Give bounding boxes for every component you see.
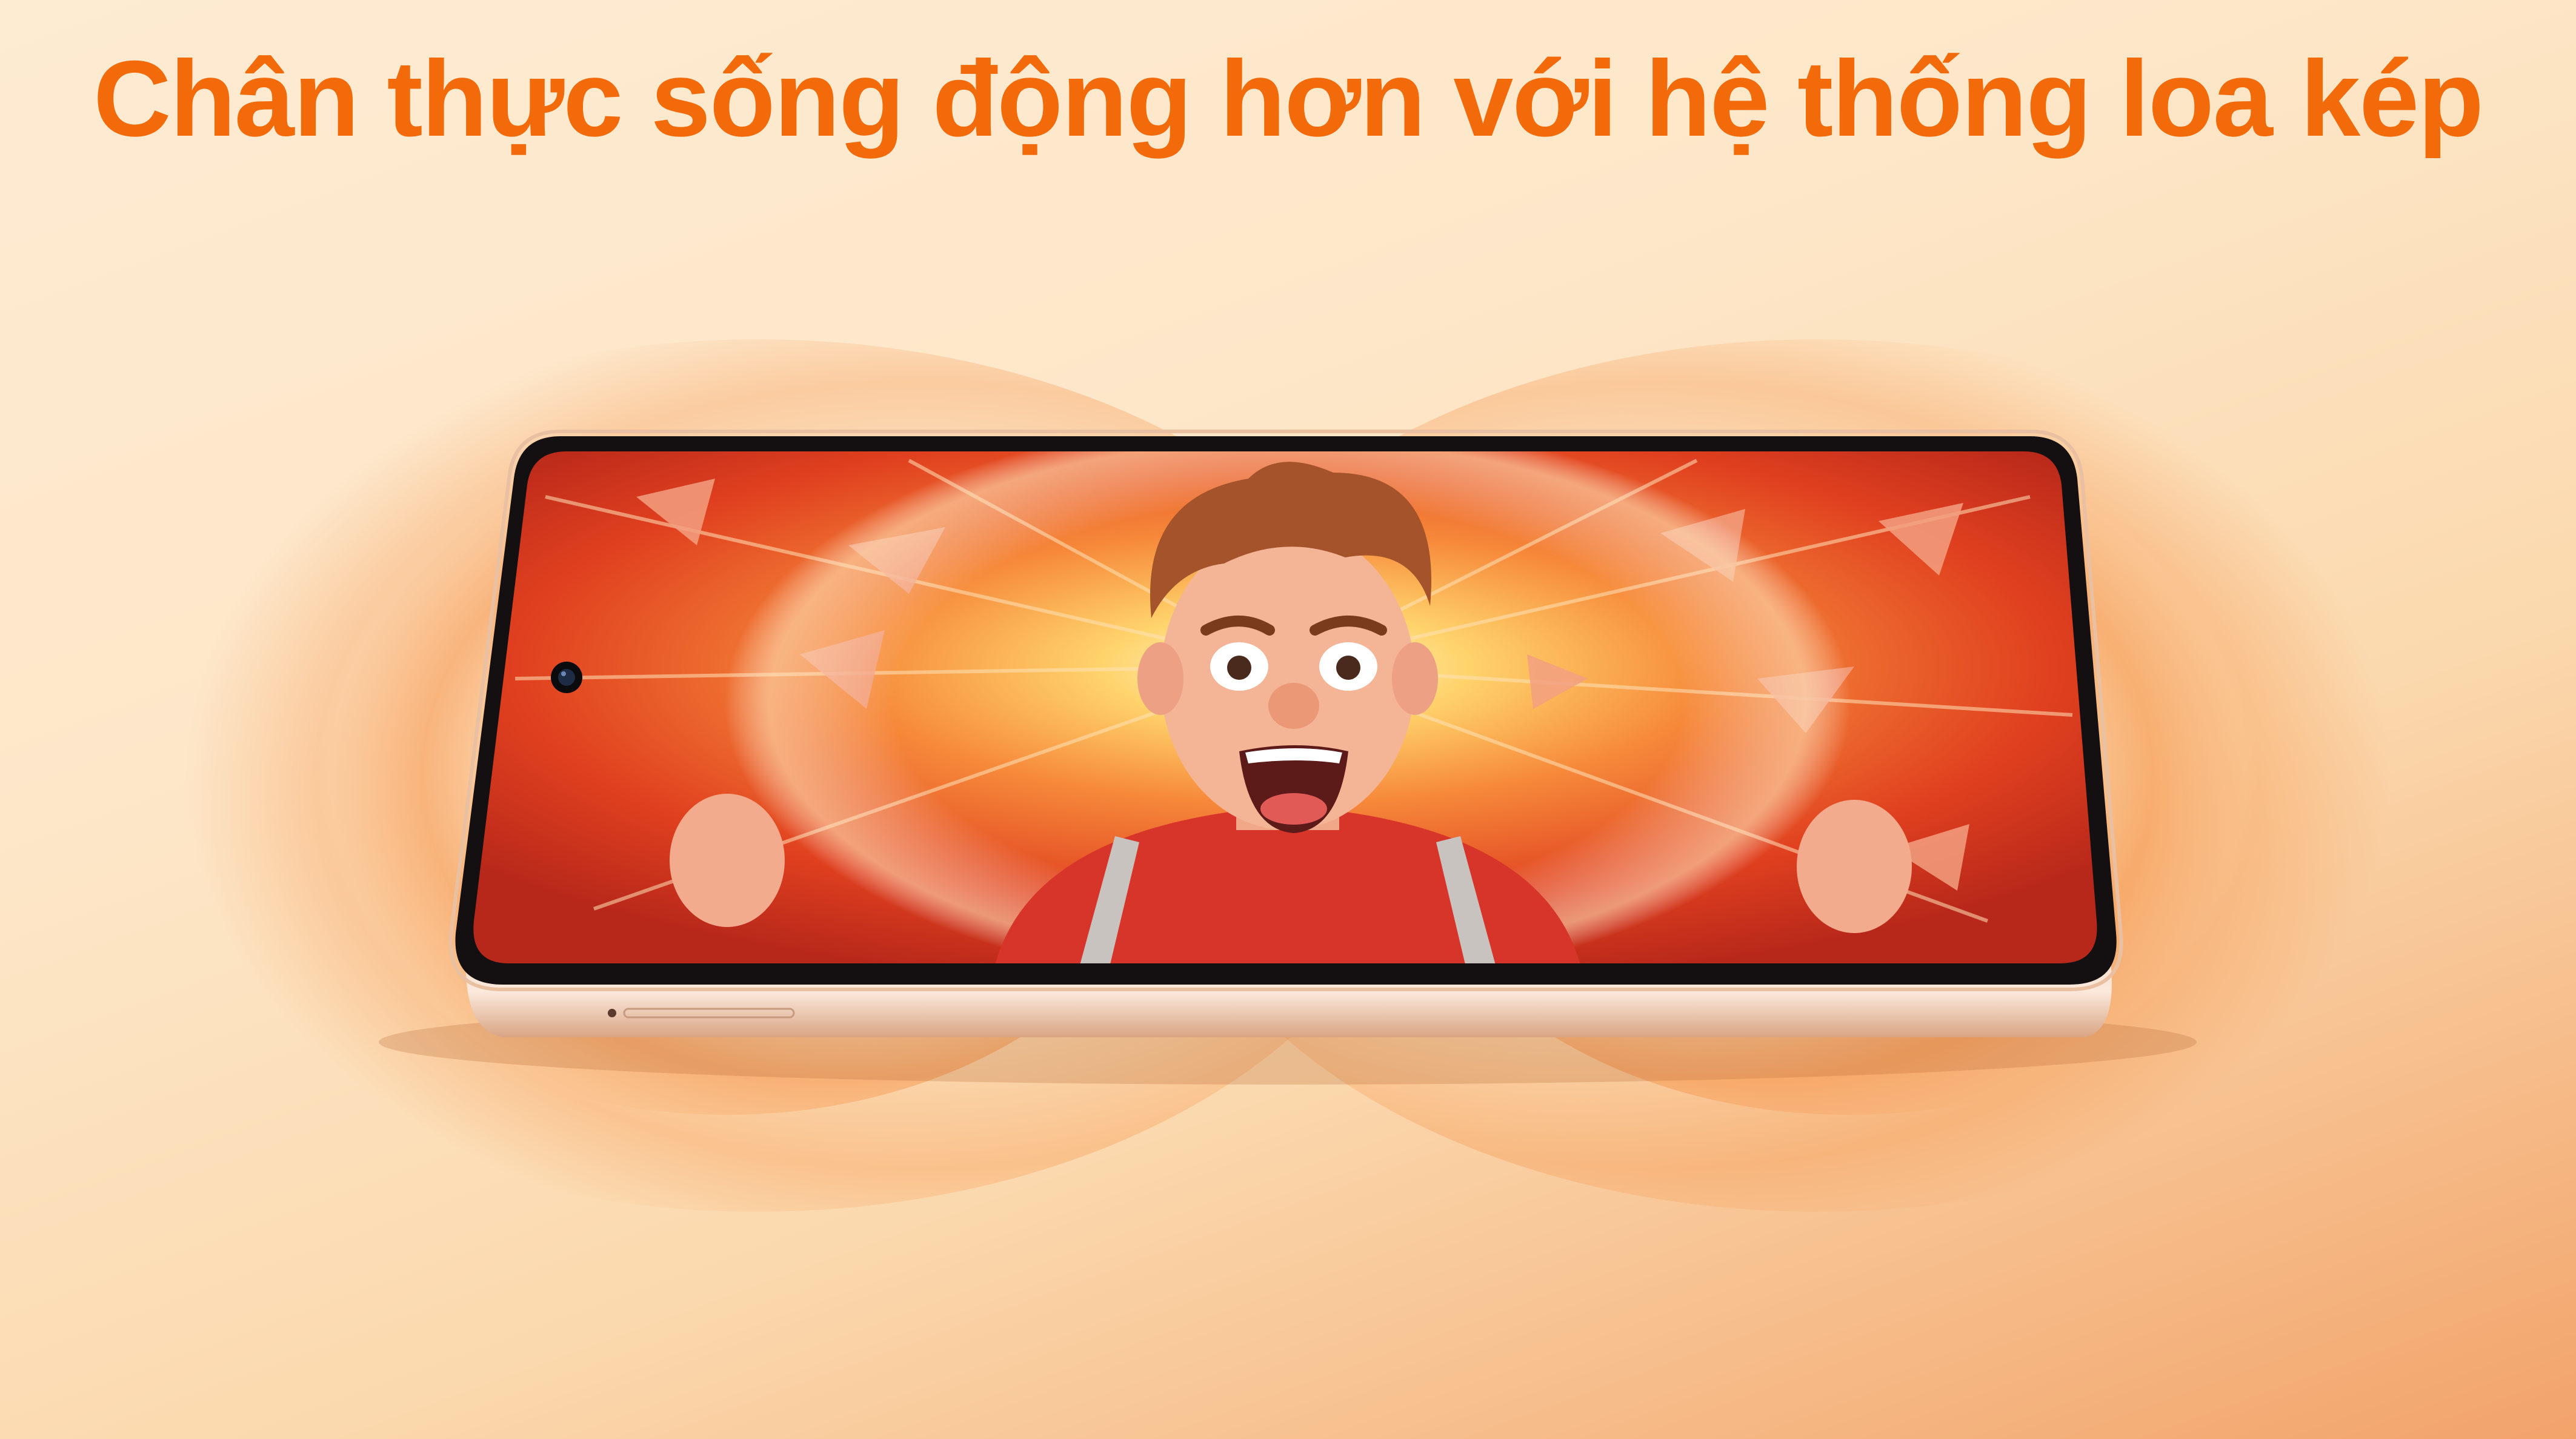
phone xyxy=(379,430,2197,1085)
sim-eject-hole xyxy=(608,1009,616,1017)
camera-lens-icon xyxy=(551,662,582,693)
phone-screen xyxy=(473,451,2097,963)
